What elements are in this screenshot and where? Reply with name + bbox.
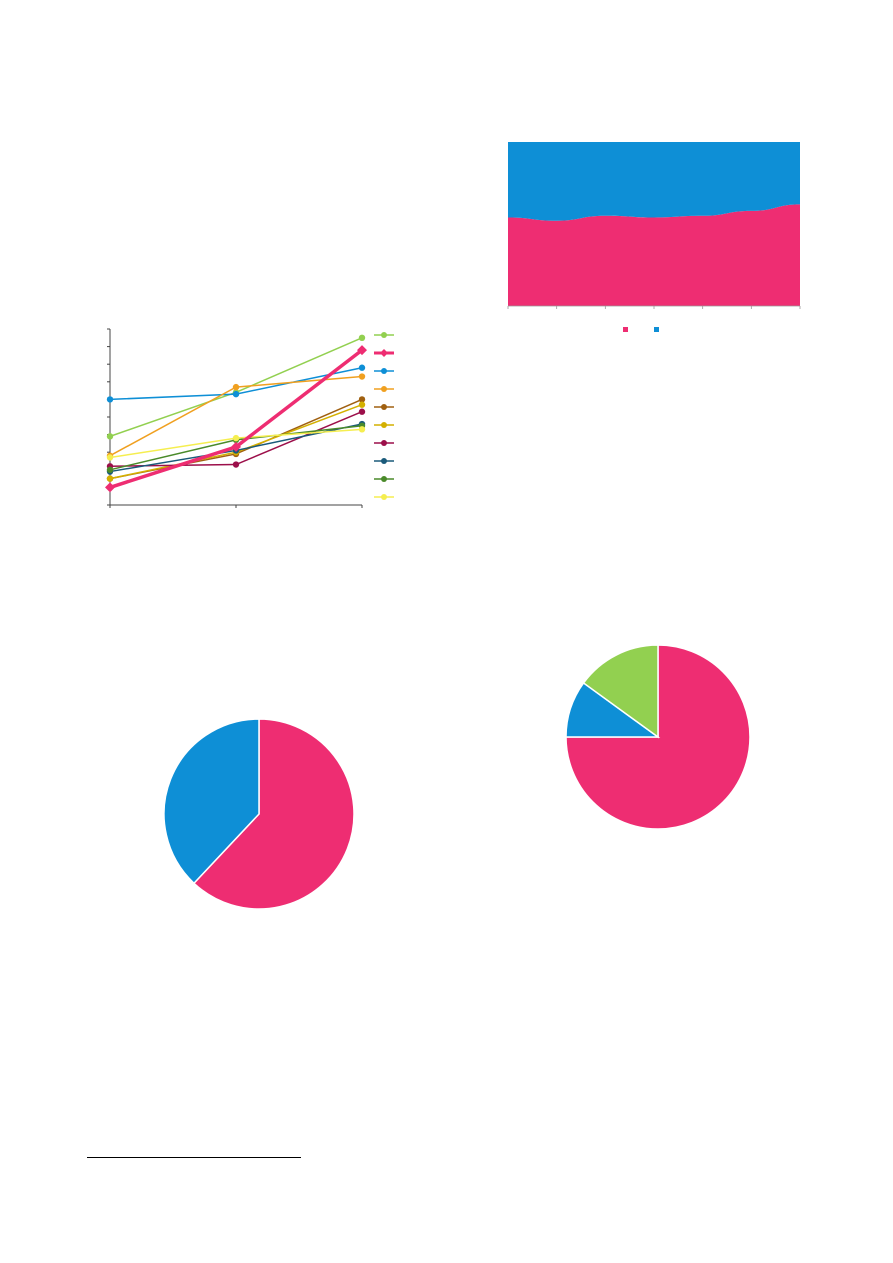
line-chart	[105, 328, 394, 508]
legend-marker	[380, 349, 388, 357]
pie-chart-1	[163, 718, 355, 910]
legend-marker	[381, 386, 387, 392]
data-point	[105, 482, 115, 493]
data-point	[232, 390, 240, 398]
data-point	[232, 461, 240, 468]
pie-chart-2	[565, 644, 751, 830]
area-chart	[507, 142, 801, 332]
legend-marker	[381, 332, 387, 338]
area-series	[508, 142, 800, 221]
data-point	[358, 334, 366, 341]
data-point	[358, 364, 366, 371]
data-point	[232, 434, 240, 442]
legend-marker	[381, 368, 387, 374]
data-point	[358, 426, 366, 433]
data-point	[106, 454, 114, 461]
data-point	[358, 373, 366, 380]
data-point	[106, 396, 114, 403]
legend-swatch	[623, 327, 628, 332]
legend-marker	[381, 458, 387, 464]
legend-marker	[381, 404, 387, 410]
legend-marker	[381, 440, 387, 446]
legend-marker	[381, 476, 387, 482]
data-point	[358, 408, 366, 415]
footnote-rule	[87, 1157, 301, 1158]
legend-swatch	[654, 327, 659, 332]
data-point	[106, 475, 114, 482]
legend-marker	[381, 494, 387, 500]
data-point	[106, 466, 114, 473]
data-point	[358, 401, 366, 408]
data-point	[106, 433, 114, 440]
data-point	[232, 383, 240, 391]
legend-marker	[381, 422, 387, 428]
